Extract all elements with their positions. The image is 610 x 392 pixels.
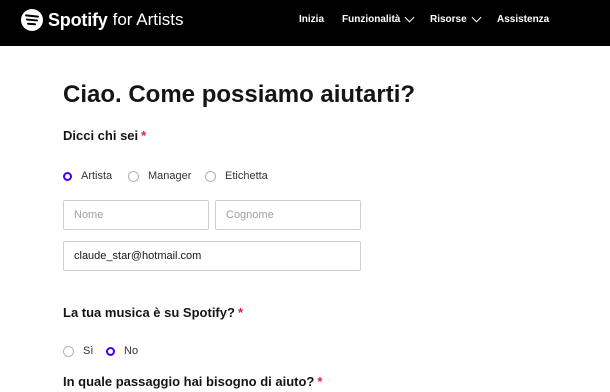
top-nav-bar: Spotify for Artists Inizia Funzionalità … [0,0,610,46]
nav-item-funzionalita[interactable]: Funzionalità [342,12,415,25]
required-marker: * [237,305,243,320]
nav-item-inizia[interactable]: Inizia [299,14,324,25]
radio-selected-icon [106,346,115,356]
nav-item-label: Risorse [430,14,467,25]
nav-item-assistenza[interactable]: Assistenza [497,14,549,25]
email-field[interactable] [63,241,361,271]
nav-item-risorse[interactable]: Risorse [430,12,482,25]
radio-no[interactable]: No [106,345,138,357]
who-are-you-text: Dicci chi sei [63,128,139,143]
on-spotify-label: La tua musica è su Spotify? * [63,305,243,320]
radio-label: No [124,345,139,357]
radio-label: Artista [81,170,113,182]
help-step-text: In quale passaggio hai bisogno di aiuto? [63,374,315,389]
radio-label: Etichetta [225,170,268,182]
on-spotify-text: La tua musica è su Spotify? [63,305,235,320]
brand-name: Spotify [48,9,108,30]
radio-si[interactable]: Sì [63,345,93,357]
radio-unselected-icon [63,345,74,357]
nav-item-label: Assistenza [497,14,550,25]
spotify-icon [21,9,43,31]
chevron-down-icon [471,12,482,23]
last-name-field[interactable] [215,200,361,230]
radio-selected-icon [63,171,72,181]
help-step-label: In quale passaggio hai bisogno di aiuto?… [63,374,322,389]
radio-artista[interactable]: Artista [63,170,112,182]
chevron-down-icon [404,12,415,23]
page-title: Ciao. Come possiamo aiutarti? [63,81,416,108]
radio-unselected-icon [128,170,139,182]
spotify-for-artists-logo[interactable]: Spotify for Artists [21,9,183,31]
radio-etichetta[interactable]: Etichetta [205,170,268,182]
nav-item-label: Funzionalità [342,14,401,25]
radio-unselected-icon [205,170,216,182]
nav-item-label: Inizia [299,14,325,25]
who-are-you-label: Dicci chi sei * [63,128,146,143]
radio-label: Sì [83,345,94,357]
radio-label: Manager [148,170,192,182]
required-marker: * [317,374,323,389]
first-name-field[interactable] [63,200,209,230]
required-marker: * [141,128,147,143]
brand-suffix: for Artists [112,10,184,29]
radio-manager[interactable]: Manager [128,170,191,182]
